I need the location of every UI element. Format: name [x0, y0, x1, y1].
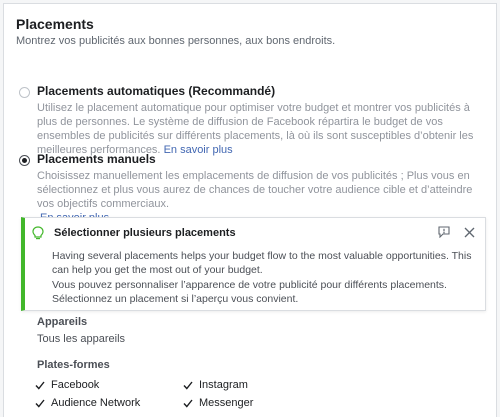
platform-instagram-label: Instagram	[199, 379, 248, 391]
automatic-placements-description: Utilisez le placement automatique pour o…	[37, 101, 482, 157]
automatic-description-text: Utilisez le placement automatique pour o…	[37, 102, 474, 156]
automatic-placements-label[interactable]: Placements automatiques (Recommandé)	[37, 84, 275, 98]
platform-audience-network-label: Audience Network	[51, 397, 141, 409]
checkmark-icon	[183, 381, 193, 390]
platform-messenger-label: Messenger	[199, 397, 254, 409]
info-box-title: Sélectionner plusieurs placements	[54, 227, 236, 239]
info-box-paragraph-2: Vous pouvez personnaliser l’apparence de…	[52, 279, 447, 305]
section-subtitle: Montrez vos publicités aux bonnes person…	[16, 35, 336, 47]
checkmark-icon	[35, 399, 45, 408]
automatic-placements-radio[interactable]	[19, 87, 30, 98]
automatic-learn-more-link[interactable]: En savoir plus	[164, 144, 233, 156]
platform-audience-network-checkbox[interactable]: Audience Network	[35, 397, 140, 409]
platform-facebook-label: Facebook	[51, 379, 100, 391]
multiple-placements-info-box: Sélectionner plusieurs placements Having…	[21, 217, 486, 311]
checkmark-icon	[35, 381, 45, 390]
devices-label: Appareils	[37, 316, 88, 328]
checkmark-icon	[183, 399, 193, 408]
platform-instagram-checkbox[interactable]: Instagram	[183, 379, 248, 391]
platform-messenger-checkbox[interactable]: Messenger	[183, 397, 253, 409]
feedback-icon[interactable]	[438, 225, 450, 243]
manual-placements-label[interactable]: Placements manuels	[37, 152, 156, 166]
placements-panel: Placements Montrez vos publicités aux bo…	[3, 3, 497, 417]
platforms-label: Plates-formes	[37, 359, 110, 371]
manual-description-text: Choisissez manuellement les emplacements…	[37, 170, 473, 210]
lightbulb-icon	[32, 226, 44, 246]
close-icon[interactable]	[464, 225, 475, 243]
devices-dropdown[interactable]: Tous les appareils	[37, 333, 125, 345]
manual-placements-radio[interactable]	[19, 155, 30, 166]
info-box-actions	[438, 225, 475, 243]
platform-facebook-checkbox[interactable]: Facebook	[35, 379, 99, 391]
section-title: Placements	[16, 16, 94, 32]
info-box-paragraph-1: Having several placements helps your bud…	[52, 250, 472, 276]
